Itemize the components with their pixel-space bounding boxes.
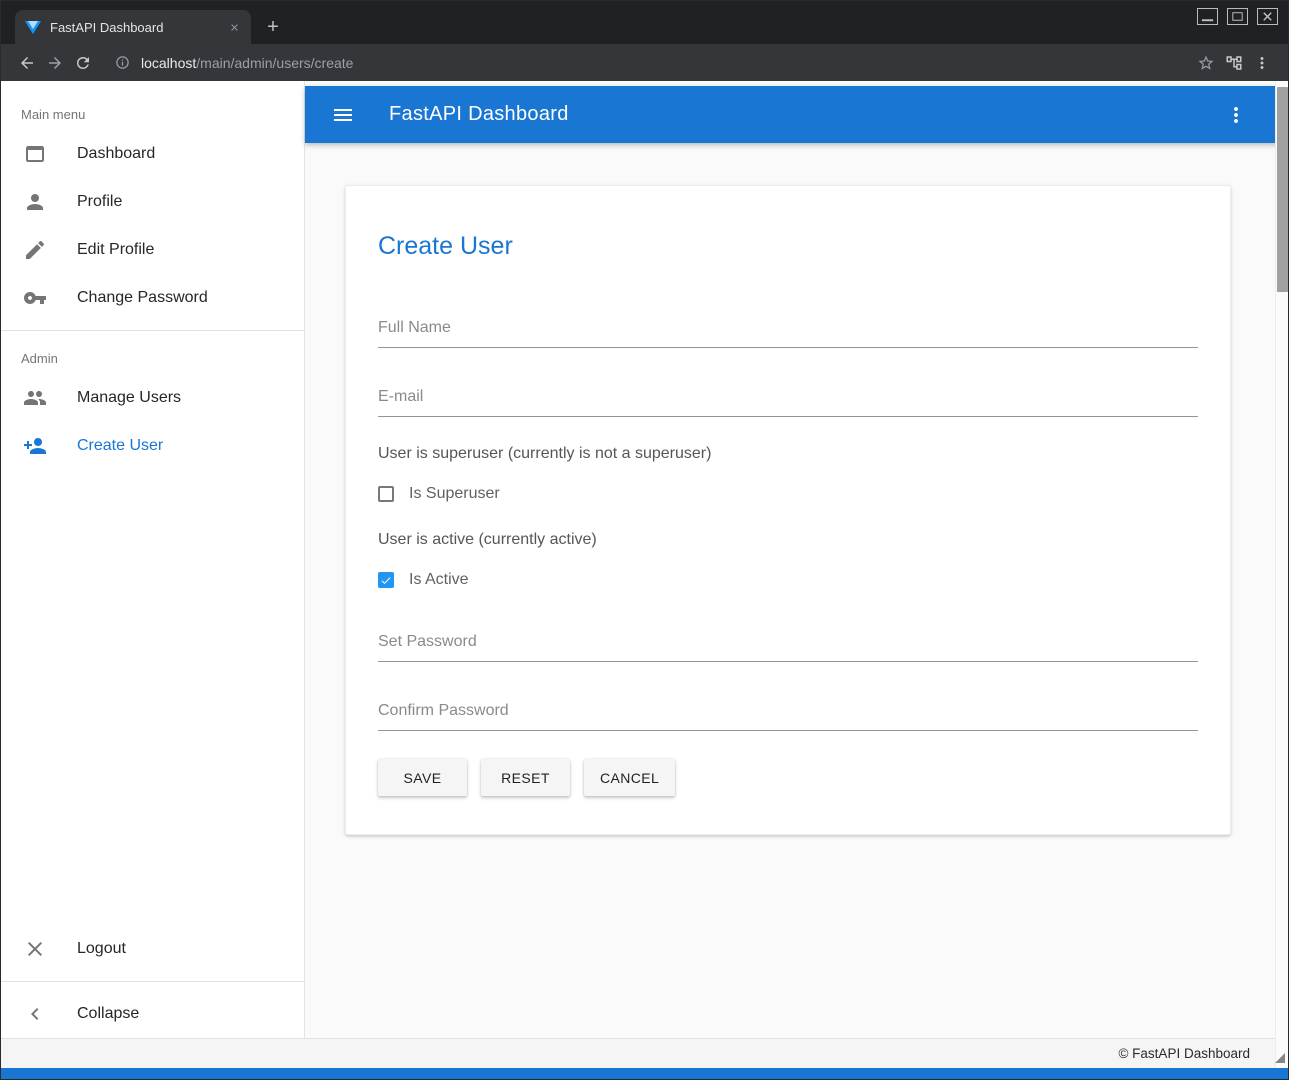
bookmark-star-icon[interactable] xyxy=(1192,49,1220,77)
sidebar-item-logout[interactable]: Logout xyxy=(1,925,304,973)
page-footer: © FastAPI Dashboard xyxy=(1,1038,1288,1068)
sidebar-item-collapse[interactable]: Collapse xyxy=(1,990,304,1038)
sidebar-divider-bottom xyxy=(1,981,304,982)
checkbox-unchecked-icon xyxy=(378,486,394,502)
appbar-overflow-menu-icon[interactable] xyxy=(1224,103,1248,127)
person-add-icon xyxy=(23,434,47,458)
chevron-left-icon xyxy=(23,1002,47,1026)
cancel-button[interactable]: CANCEL xyxy=(584,759,675,796)
full-name-input[interactable] xyxy=(378,315,1198,348)
reset-button[interactable]: RESET xyxy=(481,759,570,796)
address-bar[interactable]: localhost/main/admin/users/create xyxy=(107,49,1182,77)
sidebar-item-dashboard[interactable]: Dashboard xyxy=(1,130,304,178)
tab-close-icon[interactable] xyxy=(226,19,243,36)
scrollbar-thumb[interactable] xyxy=(1277,87,1288,292)
password-input[interactable] xyxy=(378,629,1198,662)
content-area: Create User User is superuser (currently… xyxy=(305,143,1288,1038)
url-text: localhost/main/admin/users/create xyxy=(141,55,353,71)
full-name-field xyxy=(378,315,1198,348)
group-icon xyxy=(23,386,47,410)
checkbox-checked-icon xyxy=(378,572,394,588)
active-hint: User is active (currently active) xyxy=(378,531,1198,549)
tab-title: FastAPI Dashboard xyxy=(50,20,226,35)
sidebar-divider xyxy=(1,330,304,331)
pencil-icon xyxy=(23,238,47,262)
back-icon[interactable] xyxy=(13,49,41,77)
site-info-icon xyxy=(115,55,130,70)
extensions-icon[interactable] xyxy=(1220,49,1248,77)
browser-titlebar: FastAPI Dashboard + xyxy=(1,1,1288,44)
appbar-title: FastAPI Dashboard xyxy=(389,103,569,126)
resize-grip-icon xyxy=(1275,1053,1285,1063)
person-icon xyxy=(23,190,47,214)
main-area: FastAPI Dashboard Create User xyxy=(305,81,1288,1038)
key-icon xyxy=(23,286,47,310)
copyright-text: © FastAPI Dashboard xyxy=(1118,1046,1250,1061)
superuser-hint: User is superuser (currently is not a su… xyxy=(378,445,1198,463)
is-active-checkbox[interactable]: Is Active xyxy=(378,571,469,589)
browser-tab[interactable]: FastAPI Dashboard xyxy=(15,10,251,44)
vuetify-logo-icon xyxy=(25,21,41,34)
page-title: Create User xyxy=(378,232,1198,261)
save-button[interactable]: SAVE xyxy=(378,759,467,796)
email-input[interactable] xyxy=(378,384,1198,417)
email-field xyxy=(378,384,1198,417)
confirm-password-field xyxy=(378,698,1198,731)
sidebar-section-admin: Admin xyxy=(1,339,304,374)
sidebar: Main menu Dashboard Profile xyxy=(1,81,305,1038)
web-asset-icon xyxy=(23,142,47,166)
window-controls xyxy=(1197,8,1278,25)
sidebar-section-main-menu: Main menu xyxy=(1,95,304,130)
forward-icon[interactable] xyxy=(41,49,69,77)
footer-accent-bar xyxy=(1,1068,1288,1079)
new-tab-button[interactable]: + xyxy=(259,13,287,41)
close-x-icon xyxy=(23,937,47,961)
browser-window: FastAPI Dashboard + xyxy=(0,0,1289,1080)
sidebar-item-change-password[interactable]: Change Password xyxy=(1,274,304,322)
maximize-button[interactable] xyxy=(1227,8,1248,25)
scrollbar[interactable] xyxy=(1275,81,1288,1068)
confirm-password-input[interactable] xyxy=(378,698,1198,731)
browser-menu-icon[interactable] xyxy=(1248,49,1276,77)
password-field xyxy=(378,629,1198,662)
hamburger-menu-icon[interactable] xyxy=(331,103,355,127)
sidebar-spacer xyxy=(1,470,304,925)
minimize-button[interactable] xyxy=(1197,8,1218,25)
create-user-card: Create User User is superuser (currently… xyxy=(345,185,1231,835)
sidebar-item-create-user[interactable]: Create User xyxy=(1,422,304,470)
appbar: FastAPI Dashboard xyxy=(305,86,1288,143)
close-window-button[interactable] xyxy=(1257,8,1278,25)
reload-icon[interactable] xyxy=(69,49,97,77)
is-superuser-checkbox[interactable]: Is Superuser xyxy=(378,485,500,503)
page-viewport: Main menu Dashboard Profile xyxy=(1,81,1288,1079)
sidebar-item-manage-users[interactable]: Manage Users xyxy=(1,374,304,422)
form-actions: SAVE RESET CANCEL xyxy=(378,759,1198,796)
sidebar-item-edit-profile[interactable]: Edit Profile xyxy=(1,226,304,274)
browser-toolbar: localhost/main/admin/users/create xyxy=(1,44,1288,81)
sidebar-item-profile[interactable]: Profile xyxy=(1,178,304,226)
